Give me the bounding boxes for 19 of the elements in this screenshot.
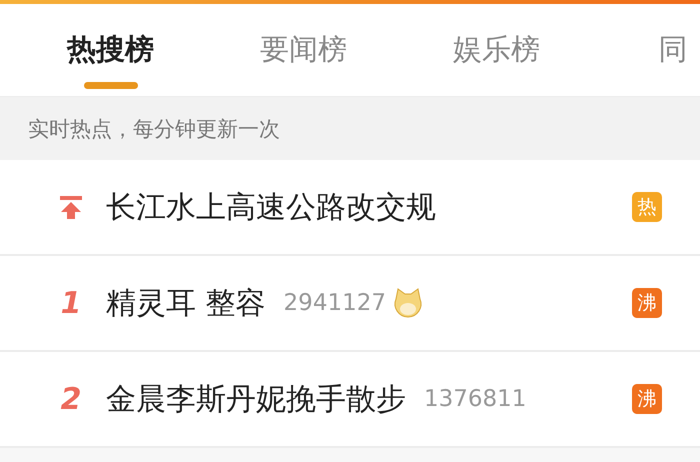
pin-top-icon (58, 194, 84, 220)
status-badge: 沸 (632, 384, 662, 414)
rank-number: 1 (60, 286, 82, 320)
topic-title: 精灵耳 整容 (106, 284, 266, 322)
tab[interactable]: 娱乐榜 (453, 4, 540, 96)
heat-count: 2941127 (284, 290, 386, 316)
topic-title: 长江水上高速公路改交规 (106, 188, 436, 226)
status-badge: 热 (632, 192, 662, 222)
heat-count: 1376811 (424, 386, 526, 412)
tab[interactable]: 热搜榜 (67, 4, 154, 96)
tab[interactable]: 要闻榜 (260, 4, 347, 96)
rank-number: 2 (60, 382, 82, 416)
topic-title: 金晨李斯丹妮挽手散步 (106, 380, 406, 418)
hot-search-row[interactable]: 长江水上高速公路改交规 热 (0, 160, 700, 256)
hot-search-row[interactable]: 1 精灵耳 整容 2941127 沸 (0, 256, 700, 352)
status-badge: 沸 (632, 288, 662, 318)
tab[interactable]: 同 (646, 4, 700, 96)
subtitle: 实时热点，每分钟更新一次 (28, 116, 280, 142)
hot-search-row[interactable]: 2 金晨李斯丹妮挽手散步 1376811 沸 (0, 352, 700, 448)
